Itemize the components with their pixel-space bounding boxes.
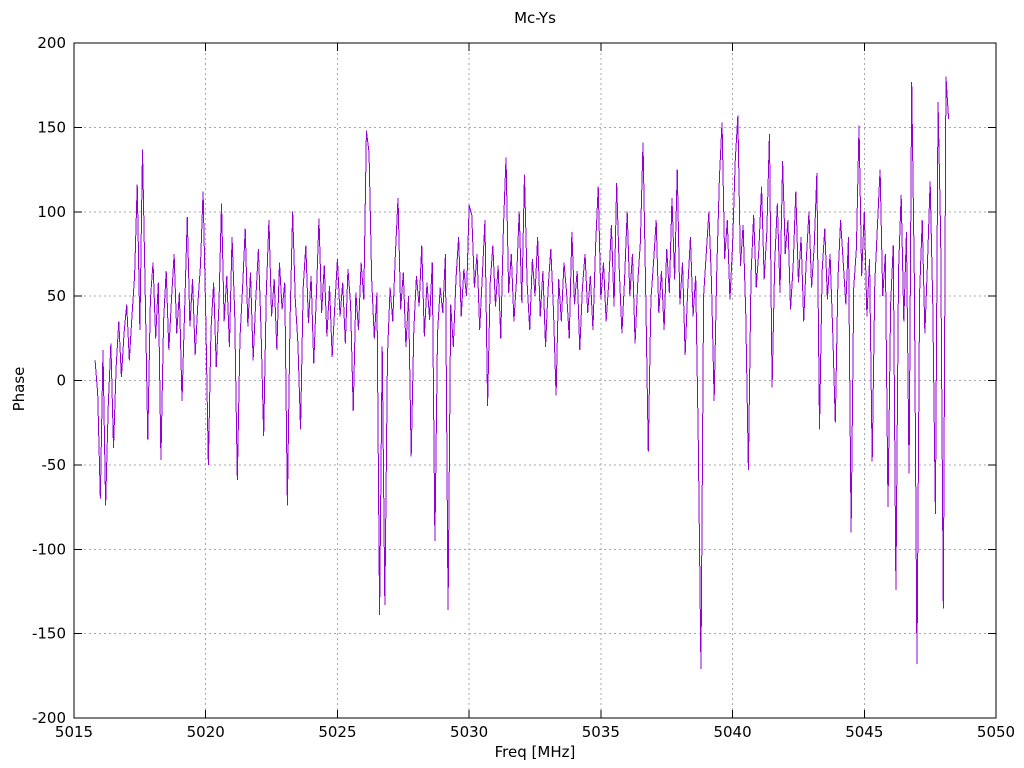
x-tick-label: 5050 xyxy=(977,723,1015,741)
x-tick-label: 5040 xyxy=(713,723,751,741)
x-tick-label: 5030 xyxy=(450,723,488,741)
x-tick-label: 5025 xyxy=(318,723,356,741)
plot-svg: 5015 5020 5025 5030 5035 5040 5045 5050-200-150… xyxy=(32,34,1015,741)
y-axis-label: Phase xyxy=(10,366,28,412)
x-axis-label: Freq [MHz] xyxy=(494,743,576,761)
y-tick-label: -150 xyxy=(32,625,66,643)
y-tick-label: 0 xyxy=(56,372,66,390)
x-tick-label: 5045 xyxy=(845,723,883,741)
y-tick-label: 150 xyxy=(37,118,66,136)
phase-trace xyxy=(94,76,950,670)
y-tick-label: -100 xyxy=(32,540,66,558)
phase-chart: 5015 5020 5025 5030 5035 5040 5045 5050 -200 -150… xyxy=(0,0,1024,768)
x-tick-label: 5035 xyxy=(582,723,620,741)
y-tick-label: 200 xyxy=(37,34,66,52)
y-tick-label: -50 xyxy=(42,456,67,474)
chart-title: Mc-Ys xyxy=(514,9,556,27)
y-tick-label: -200 xyxy=(32,709,66,727)
y-tick-label: 100 xyxy=(37,203,66,221)
y-tick-label: 50 xyxy=(47,287,66,305)
x-tick-label: 5020 xyxy=(187,723,225,741)
